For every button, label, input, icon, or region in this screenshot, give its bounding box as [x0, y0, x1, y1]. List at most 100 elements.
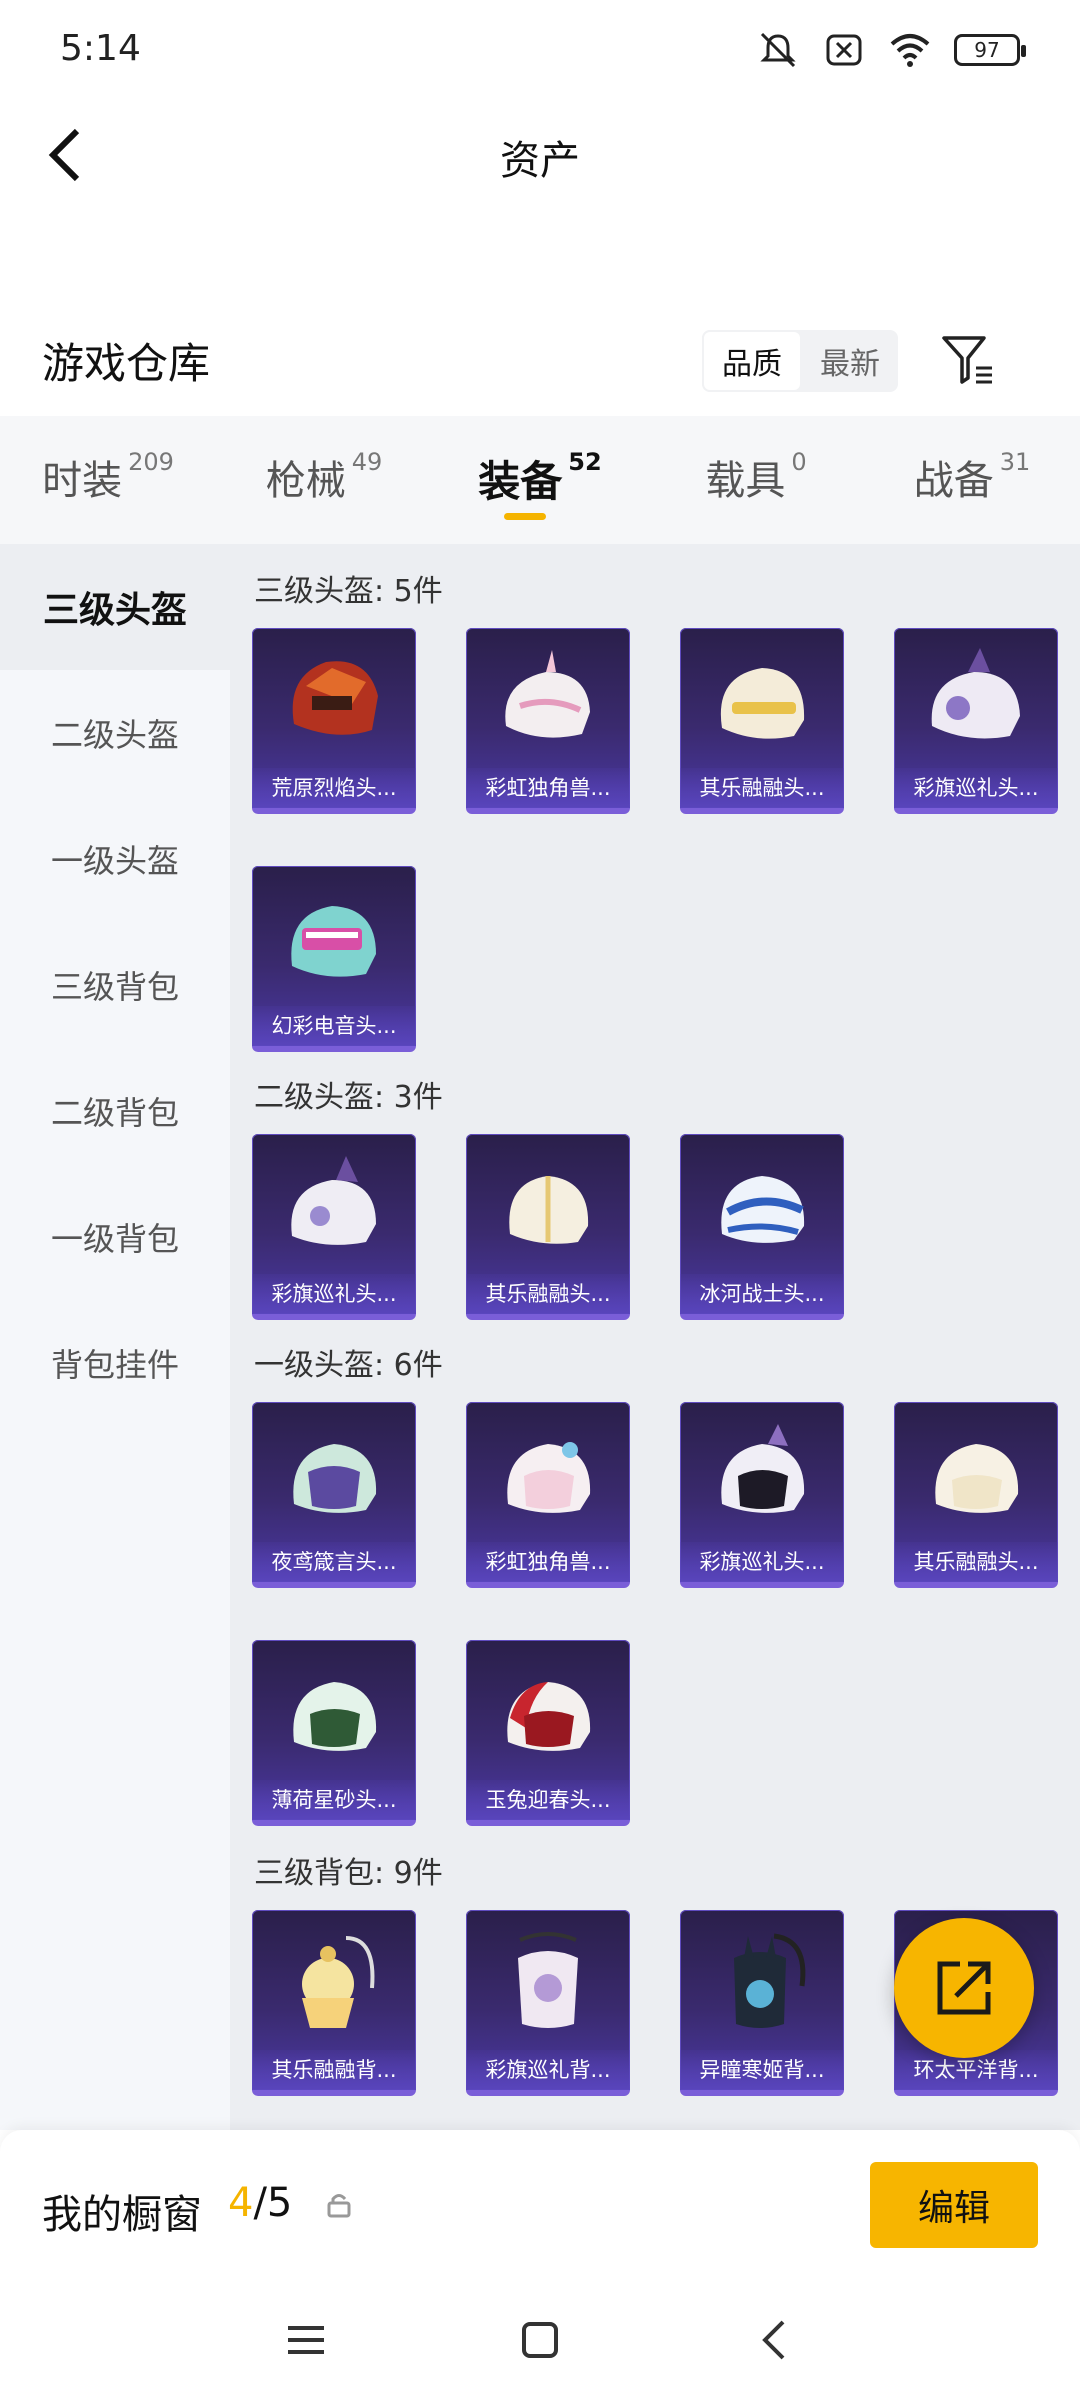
edit-button[interactable]: 编辑 — [870, 2162, 1038, 2248]
item-name: 荒原烈焰头... — [252, 768, 416, 808]
item-grid: 三级头盔: 5件 荒原烈焰头... 彩虹独角兽... 其乐融融头... 彩旗巡礼… — [230, 544, 1080, 2130]
backpack-icon — [302, 1936, 375, 2028]
helmet-icon — [293, 1444, 377, 1513]
item-card[interactable]: 彩旗巡礼头... — [680, 1402, 844, 1588]
menu-button[interactable] — [276, 2310, 336, 2370]
helmet-icon — [507, 1682, 591, 1751]
helmet-icon — [720, 668, 805, 739]
item-name: 异瞳寒姬背... — [680, 2050, 844, 2090]
chevron-left-icon — [762, 2320, 785, 2360]
helmet-icon — [509, 1176, 589, 1244]
helmet-icon — [507, 1442, 591, 1513]
item-card[interactable]: 冰河战士头... — [680, 1134, 844, 1320]
helmet-icon — [721, 1176, 805, 1243]
item-card[interactable]: 其乐融融头... — [680, 628, 844, 814]
subcategory-sidebar: 三级头盔 二级头盔 一级头盔 三级背包 二级背包 一级背包 背包挂件 — [0, 544, 230, 2130]
helmet-icon — [291, 906, 376, 977]
system-nav-bar — [0, 2280, 1080, 2400]
helmet-icon — [721, 1424, 805, 1513]
active-tab-indicator — [504, 513, 546, 520]
tab-battle-gear[interactable]: 战备 31 — [864, 416, 1080, 544]
sidebar-item-level1-helmet[interactable]: 一级头盔 — [0, 796, 230, 922]
item-name: 彩旗巡礼头... — [894, 768, 1058, 808]
item-name: 冰河战士头... — [680, 1274, 844, 1314]
sidebar-item-level2-helmet[interactable]: 二级头盔 — [0, 670, 230, 796]
item-name: 其乐融融头... — [894, 1542, 1058, 1582]
sim-disabled-icon — [826, 34, 862, 66]
item-card[interactable]: 异瞳寒姬背... — [680, 1910, 844, 2096]
sidebar-item-backpack-charm[interactable]: 背包挂件 — [0, 1300, 230, 1426]
helmet-icon — [291, 1156, 376, 1245]
filter-icon[interactable] — [938, 330, 998, 390]
tab-label: 战备 — [913, 458, 994, 504]
sort-newest-button[interactable]: 最新 — [802, 330, 898, 392]
tab-count: 0 — [791, 448, 807, 476]
item-name: 彩虹独角兽... — [466, 768, 630, 808]
item-card[interactable]: 玉兔迎春头... — [466, 1640, 630, 1826]
tab-label: 时装 — [42, 458, 123, 504]
item-card[interactable]: 幻彩电音头... — [252, 866, 416, 1052]
share-button[interactable] — [894, 1918, 1034, 2058]
item-card[interactable]: 薄荷星砂头... — [252, 1640, 416, 1826]
showcase-current: 4 — [228, 2180, 254, 2226]
item-name: 幻彩电音头... — [252, 1006, 416, 1046]
sidebar-item-level1-backpack[interactable]: 一级背包 — [0, 1174, 230, 1300]
item-name: 玉兔迎春头... — [466, 1780, 630, 1820]
item-card[interactable]: 其乐融融头... — [894, 1402, 1058, 1588]
sidebar-item-level2-backpack[interactable]: 二级背包 — [0, 1048, 230, 1174]
warehouse-title: 游戏仓库 — [42, 339, 211, 388]
external-link-icon — [937, 1961, 991, 2015]
item-name: 彩旗巡礼背... — [466, 2050, 630, 2090]
sidebar-item-level3-helmet[interactable]: 三级头盔 — [0, 544, 230, 670]
battery-level: 97 — [974, 38, 1000, 62]
home-button[interactable] — [510, 2310, 570, 2370]
backpack-icon — [734, 1933, 806, 2028]
item-name: 其乐融融背... — [252, 2050, 416, 2090]
item-card[interactable]: 夜鸢箴言头... — [252, 1402, 416, 1588]
item-name: 彩虹独角兽... — [466, 1542, 630, 1582]
item-name: 其乐融融头... — [680, 768, 844, 808]
mute-icon — [760, 32, 796, 68]
item-name: 彩旗巡礼头... — [252, 1274, 416, 1314]
item-card[interactable]: 彩旗巡礼头... — [894, 628, 1058, 814]
status-icons: 97 — [756, 30, 1026, 70]
helmet-icon — [931, 648, 1020, 739]
nav-back-button[interactable] — [744, 2310, 804, 2370]
showcase-total: /5 — [253, 2180, 293, 2226]
showcase-title: 我的橱窗 — [42, 2192, 202, 2238]
tab-label: 载具 — [705, 458, 786, 504]
helmet-icon — [935, 1444, 1019, 1513]
item-card[interactable]: 彩旗巡礼头... — [252, 1134, 416, 1320]
group-title: 二级头盔: 3件 — [254, 1080, 443, 1115]
sidebar-item-level3-backpack[interactable]: 三级背包 — [0, 922, 230, 1048]
warehouse-bar: 游戏仓库 品质 最新 — [0, 310, 1080, 410]
helmet-icon — [292, 661, 378, 735]
helmet-icon — [293, 1682, 377, 1751]
item-card[interactable]: 彩虹独角兽... — [466, 628, 630, 814]
tab-vehicles[interactable]: 载具 0 — [648, 416, 864, 544]
backpack-icon — [518, 1932, 578, 2028]
tab-fashion[interactable]: 时装 209 — [0, 416, 216, 544]
tab-count: 49 — [351, 448, 383, 476]
tab-label: 枪械 — [265, 458, 346, 504]
tab-count: 31 — [999, 448, 1031, 476]
category-tabs: 时装 209 枪械 49 装备 52 载具 0 战备 31 — [0, 416, 1080, 544]
tab-weapons[interactable]: 枪械 49 — [216, 416, 432, 544]
showcase-count: 4/5 — [228, 2180, 292, 2226]
tab-count: 209 — [128, 448, 174, 476]
item-card[interactable]: 其乐融融头... — [466, 1134, 630, 1320]
showcase-bar: 我的橱窗 4/5 编辑 — [0, 2130, 1080, 2280]
item-name: 夜鸢箴言头... — [252, 1542, 416, 1582]
sort-quality-button[interactable]: 品质 — [702, 330, 802, 392]
item-card[interactable]: 彩旗巡礼背... — [466, 1910, 630, 2096]
wifi-icon — [890, 34, 930, 67]
lock-icon — [327, 2194, 351, 2218]
home-icon — [522, 2322, 558, 2358]
status-bar: 5:14 97 — [0, 0, 1080, 100]
group-title: 一级头盔: 6件 — [254, 1348, 443, 1383]
tab-label: 装备 — [478, 457, 563, 506]
item-card[interactable]: 其乐融融背... — [252, 1910, 416, 2096]
item-card[interactable]: 彩虹独角兽... — [466, 1402, 630, 1588]
item-card[interactable]: 荒原烈焰头... — [252, 628, 416, 814]
tab-equipment[interactable]: 装备 52 — [432, 416, 648, 544]
